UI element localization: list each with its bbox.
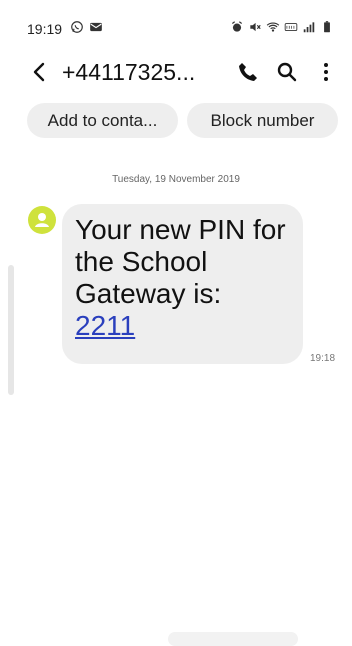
search-icon[interactable] <box>275 60 299 84</box>
wifi-icon <box>266 22 280 32</box>
message-body: Your new PIN for the School Gateway is: <box>75 214 286 309</box>
mute-icon <box>250 22 261 32</box>
conversation-header: +44117325... <box>0 56 352 92</box>
pin-link[interactable]: 2211 <box>75 310 295 342</box>
back-icon[interactable] <box>28 56 52 88</box>
call-icon[interactable] <box>236 60 260 84</box>
bottom-handle[interactable] <box>168 632 298 646</box>
add-to-contacts-button[interactable]: Add to conta... <box>27 103 178 138</box>
status-time: 19:19 <box>27 21 63 37</box>
whatsapp-icon <box>71 21 83 33</box>
alarm-icon <box>231 21 243 32</box>
status-bar: 19:19 <box>0 0 352 56</box>
message-time: 19:18 <box>310 353 336 364</box>
signal-icon <box>303 22 315 33</box>
message-text: Your new PIN for the School Gateway is: … <box>75 214 295 342</box>
person-icon <box>35 213 49 227</box>
message-bubble[interactable]: Your new PIN for the School Gateway is: … <box>62 204 303 364</box>
edge-panel-handle[interactable] <box>8 265 14 395</box>
more-icon[interactable] <box>314 60 338 84</box>
mail-icon <box>90 22 102 32</box>
block-number-button[interactable]: Block number <box>187 103 338 138</box>
battery-icon <box>324 21 330 33</box>
avatar[interactable] <box>28 206 56 234</box>
volte-icon <box>284 23 298 31</box>
date-separator: Tuesday, 19 November 2019 <box>112 174 240 185</box>
contact-title: +44117325... <box>62 59 196 85</box>
